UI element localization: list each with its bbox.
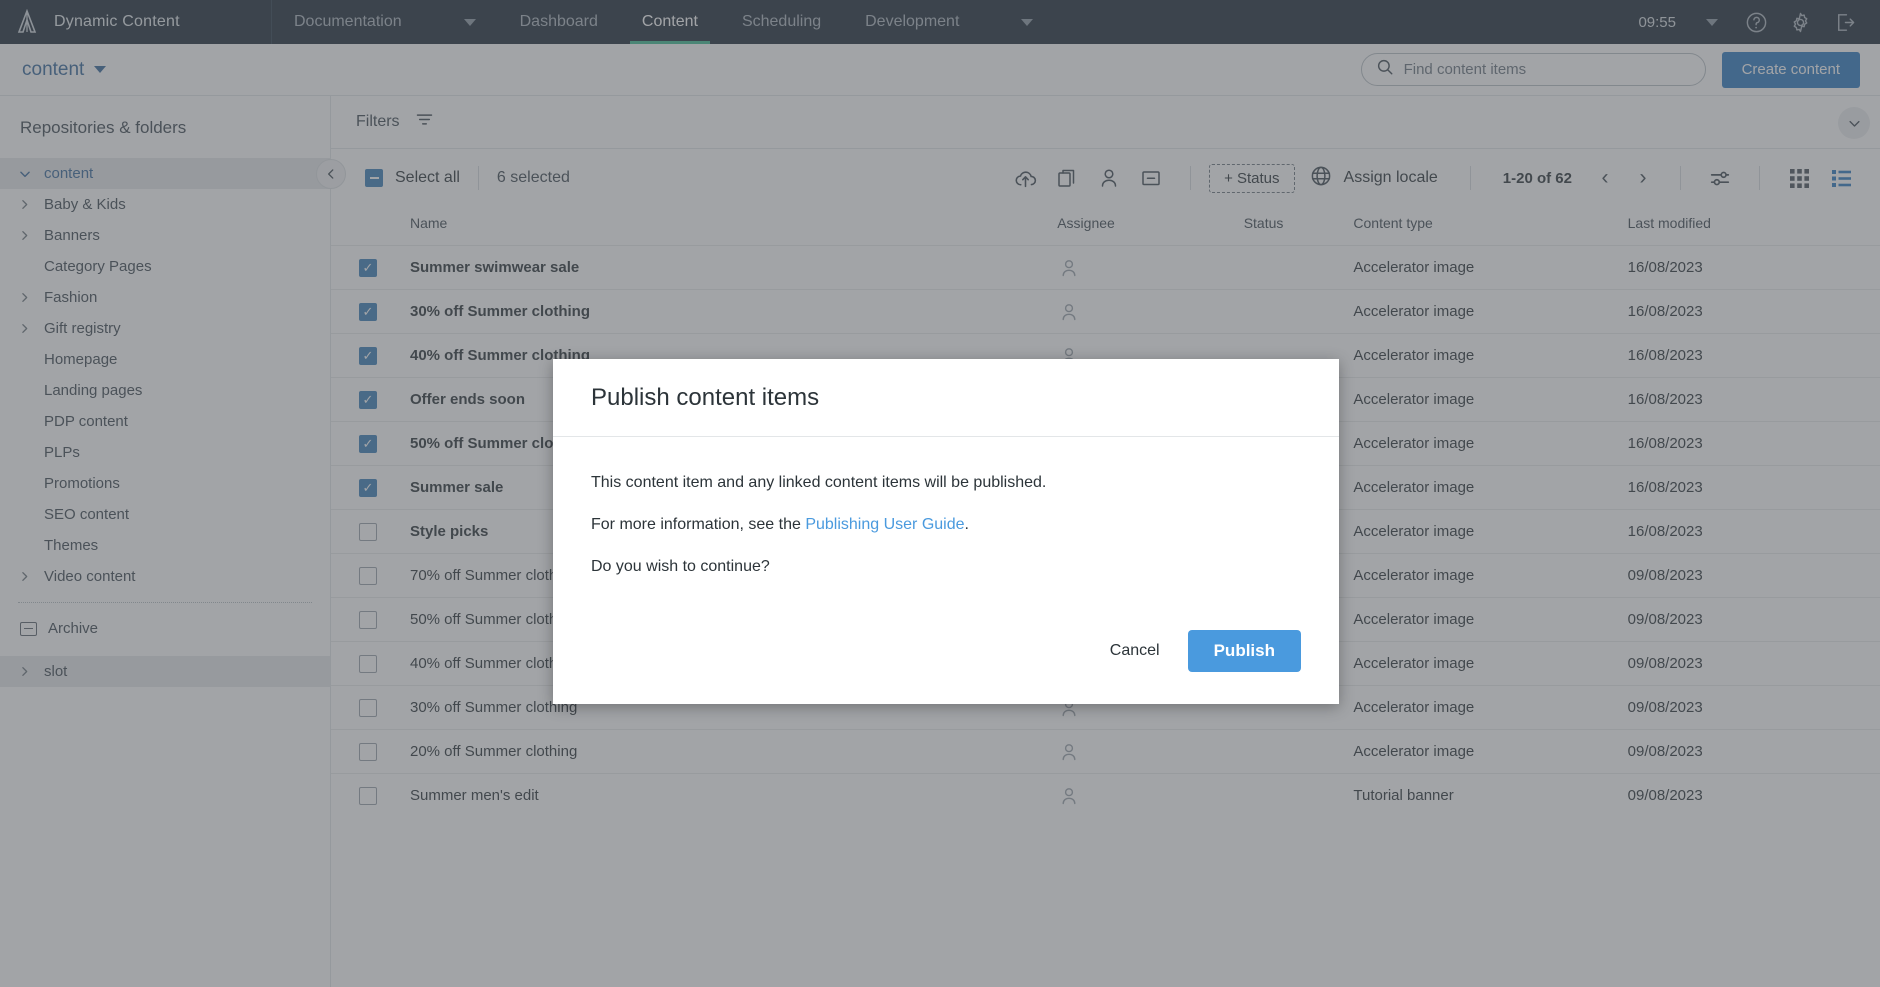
dialog-body: This content item and any linked content… [553, 437, 1339, 630]
dialog-line-2-suffix: . [964, 515, 969, 533]
dialog-footer: Cancel Publish [553, 630, 1339, 704]
dialog-line-1: This content item and any linked content… [591, 474, 1047, 491]
dialog-line-2-prefix: For more information, see the [591, 515, 806, 533]
app-root: Dynamic Content Documentation Dashboard … [0, 0, 1880, 987]
dialog-line-3: Do you wish to continue? [591, 557, 770, 575]
dialog-title: Publish content items [591, 383, 820, 411]
cancel-button[interactable]: Cancel [1100, 632, 1170, 670]
publish-confirmation-dialog: Publish content items This content item … [553, 359, 1339, 704]
dialog-header: Publish content items [553, 359, 1339, 437]
dialog-line-2: For more information, see the Publishing… [591, 515, 1301, 536]
publishing-user-guide-link[interactable]: Publishing User Guide [805, 516, 964, 533]
publish-button[interactable]: Publish [1187, 630, 1301, 672]
